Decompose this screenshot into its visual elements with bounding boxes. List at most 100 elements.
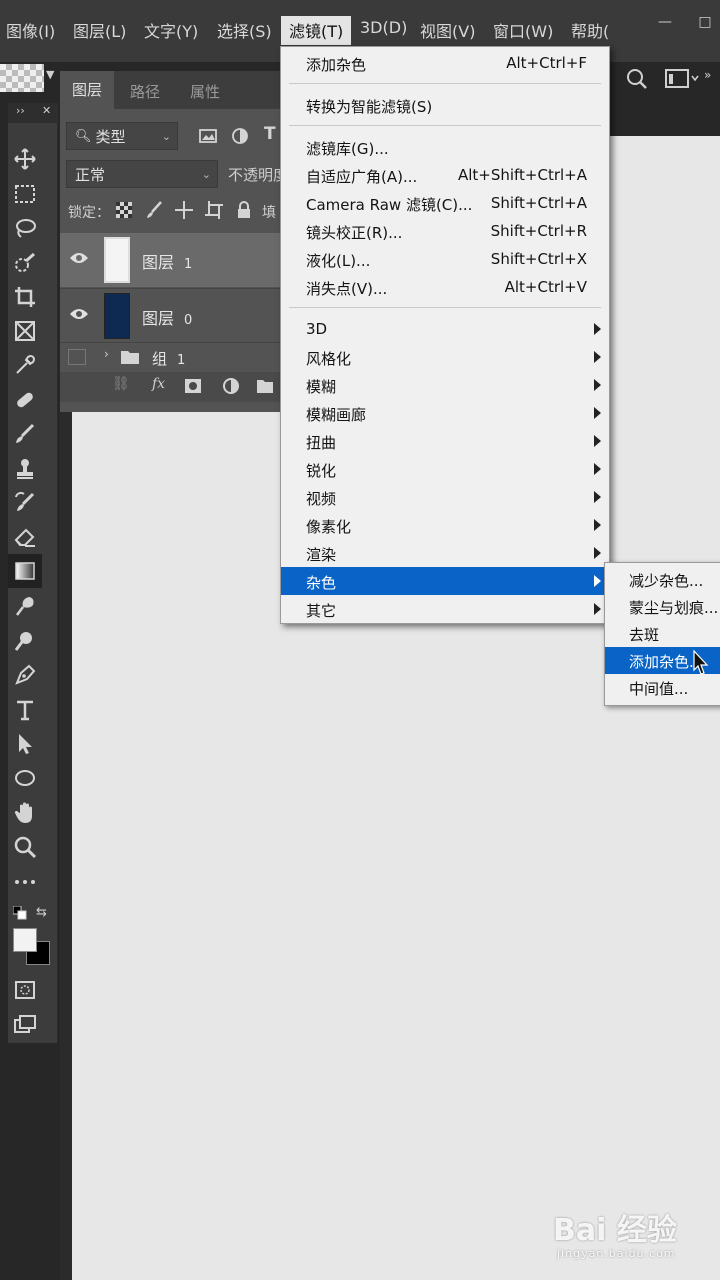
submenu-arrow-icon — [594, 351, 601, 363]
menu-item-adaptive-wide-angle[interactable]: 自适应广角(A)... Alt+Shift+Ctrl+A — [281, 161, 609, 189]
menu-item-camera-raw[interactable]: Camera Raw 滤镜(C)... Shift+Ctrl+A — [281, 189, 609, 217]
crop-tool-icon[interactable] — [12, 284, 38, 310]
layer-row[interactable]: 图层 0 — [60, 288, 282, 342]
menu-item-liquify[interactable]: 液化(L)... Shift+Ctrl+X — [281, 245, 609, 273]
swap-colors-icon[interactable]: ⇆ — [36, 905, 47, 920]
ellipse-tool-icon[interactable] — [12, 765, 38, 791]
frame-tool-icon[interactable] — [12, 318, 38, 344]
layer-name[interactable]: 图层 1 — [142, 249, 192, 273]
dodge-tool-icon[interactable] — [12, 628, 38, 654]
chevron-down-icon[interactable]: ▼ — [46, 68, 54, 81]
gradient-tool-icon[interactable] — [8, 554, 42, 588]
noise-submenu: 减少杂色... 蒙尘与划痕... 去斑 添加杂色... 中间值... — [604, 562, 720, 706]
menu-item-noise[interactable]: 杂色 — [281, 567, 609, 595]
screen-mode-icon[interactable] — [12, 1011, 38, 1037]
zoom-tool-icon[interactable] — [12, 834, 38, 860]
menu-select[interactable]: 选择(S) — [217, 18, 272, 42]
close-icon[interactable]: ✕ — [42, 104, 51, 117]
maximize-button[interactable]: □ — [690, 8, 720, 36]
layer-filter-select[interactable]: 🔍︎ 类型 ⌄ — [66, 122, 178, 150]
type-tool-icon[interactable] — [12, 697, 38, 723]
history-brush-tool-icon[interactable] — [12, 490, 38, 516]
eraser-tool-icon[interactable] — [12, 524, 38, 550]
menu-item-blur-gallery[interactable]: 模糊画廊 — [281, 399, 609, 427]
menu-layer[interactable]: 图层(L) — [73, 18, 126, 42]
lock-artboard-icon[interactable] — [204, 200, 224, 220]
move-tool-icon[interactable] — [12, 146, 38, 172]
path-select-tool-icon[interactable] — [12, 731, 38, 757]
layer-group-row[interactable]: › 组1 — [60, 342, 282, 372]
eye-icon[interactable] — [69, 307, 89, 321]
lock-transparent-icon[interactable] — [116, 202, 132, 218]
image-filter-icon[interactable] — [198, 126, 218, 146]
blur-tool-icon[interactable] — [12, 593, 38, 619]
pattern-swatch[interactable] — [0, 64, 44, 92]
lock-all-icon[interactable] — [234, 200, 254, 220]
adjustment-filter-icon[interactable] — [230, 126, 250, 146]
visibility-toggle[interactable] — [68, 349, 86, 365]
menu-3d[interactable]: 3D(D) — [360, 18, 407, 37]
menu-filter[interactable]: 滤镜(T) — [281, 16, 352, 45]
quick-select-tool-icon[interactable] — [12, 250, 38, 276]
layer-name[interactable]: 图层 0 — [142, 305, 192, 329]
menu-item-pixelate[interactable]: 像素化 — [281, 511, 609, 539]
tab-paths[interactable]: 路径 — [130, 81, 160, 102]
menu-item-video[interactable]: 视频 — [281, 483, 609, 511]
menu-view[interactable]: 视图(V) — [420, 18, 475, 42]
hand-tool-icon[interactable] — [12, 800, 38, 826]
eye-icon[interactable] — [69, 251, 89, 265]
menu-item-3d[interactable]: 3D — [281, 315, 609, 343]
workspace-icon[interactable] — [660, 66, 700, 92]
layer-name[interactable]: 组1 — [152, 348, 185, 369]
tab-properties[interactable]: 属性 — [190, 81, 220, 102]
menu-item-lens-correction[interactable]: 镜头校正(R)... Shift+Ctrl+R — [281, 217, 609, 245]
lock-pixels-icon[interactable] — [144, 200, 164, 220]
lasso-tool-icon[interactable] — [12, 215, 38, 241]
mask-icon[interactable] — [184, 378, 202, 394]
menu-item-render[interactable]: 渲染 — [281, 539, 609, 567]
menu-item-reduce-noise[interactable]: 减少杂色... — [605, 566, 720, 593]
menu-type[interactable]: 文字(Y) — [144, 18, 198, 42]
blend-mode-select[interactable]: 正常 ⌄ — [66, 160, 218, 188]
menu-help[interactable]: 帮助( — [571, 18, 609, 42]
menu-item-median[interactable]: 中间值... — [605, 674, 720, 701]
menu-item-sharpen[interactable]: 锐化 — [281, 455, 609, 483]
foreground-color-swatch[interactable] — [13, 928, 37, 952]
search-icon[interactable] — [624, 66, 650, 92]
healing-brush-tool-icon[interactable] — [12, 387, 38, 413]
folder-icon[interactable] — [256, 378, 274, 394]
expand-icon[interactable]: ›› — [16, 104, 25, 117]
menu-item-convert-smart-filter[interactable]: 转换为智能滤镜(S) — [281, 91, 609, 119]
lock-position-icon[interactable] — [174, 200, 194, 220]
tab-layers[interactable]: 图层 — [60, 71, 115, 109]
adjustment-layer-icon[interactable] — [222, 377, 240, 395]
menu-item-dust-scratches[interactable]: 蒙尘与划痕... — [605, 593, 720, 620]
menu-item-filter-gallery[interactable]: 滤镜库(G)... — [281, 133, 609, 161]
brush-tool-icon[interactable] — [12, 421, 38, 447]
clone-stamp-tool-icon[interactable] — [12, 456, 38, 482]
more-tools-icon[interactable] — [12, 869, 38, 895]
quick-mask-icon[interactable] — [12, 977, 38, 1003]
minimize-button[interactable]: — — [650, 8, 680, 36]
eyedropper-tool-icon[interactable] — [12, 352, 38, 378]
menu-item-last-filter[interactable]: 添加杂色 Alt+Ctrl+F — [281, 49, 609, 77]
blend-mode-value: 正常 — [75, 165, 106, 184]
layer-thumbnail — [104, 237, 130, 283]
type-filter-icon[interactable]: T — [264, 124, 276, 144]
menu-item-despeckle[interactable]: 去斑 — [605, 620, 720, 647]
default-colors-icon[interactable] — [13, 906, 27, 920]
link-icon[interactable]: ⛓ — [112, 376, 130, 392]
fx-icon[interactable]: fx — [152, 376, 165, 392]
menu-item-stylize[interactable]: 风格化 — [281, 343, 609, 371]
menu-image[interactable]: 图像(I) — [6, 18, 55, 42]
menu-item-vanishing-point[interactable]: 消失点(V)... Alt+Ctrl+V — [281, 273, 609, 301]
menu-window[interactable]: 窗口(W) — [493, 18, 553, 42]
marquee-tool-icon[interactable] — [12, 181, 38, 207]
chevron-right-icon[interactable]: › — [104, 347, 109, 361]
menu-item-other[interactable]: 其它 — [281, 595, 609, 623]
menu-item-distort[interactable]: 扭曲 — [281, 427, 609, 455]
more-options-icon[interactable]: » — [704, 68, 711, 82]
pen-tool-icon[interactable] — [12, 662, 38, 688]
menu-item-blur[interactable]: 模糊 — [281, 371, 609, 399]
layer-row[interactable]: 图层 1 — [60, 233, 282, 287]
